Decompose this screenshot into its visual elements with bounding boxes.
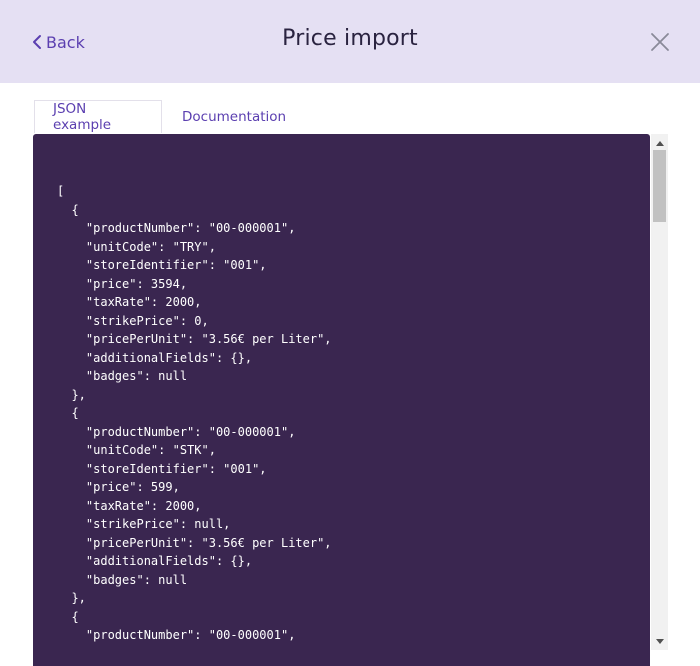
tab-documentation[interactable]: Documentation <box>162 100 303 133</box>
json-code-block: [ { "productNumber": "00-000001", "unitC… <box>57 184 332 642</box>
scroll-down-arrow-icon[interactable] <box>651 634 668 648</box>
price-import-modal: Back Price import JSON example Documenta… <box>0 0 700 666</box>
scrollbar-thumb[interactable] <box>653 150 666 222</box>
scroll-up-arrow-icon[interactable] <box>651 136 668 150</box>
tab-bar: JSON example Documentation <box>34 100 303 134</box>
page-title: Price import <box>282 26 418 51</box>
modal-header: Back Price import <box>0 0 700 83</box>
vertical-scrollbar[interactable] <box>651 134 668 650</box>
json-code-panel: [ { "productNumber": "00-000001", "unitC… <box>33 134 650 666</box>
close-icon[interactable] <box>648 30 672 54</box>
tab-json-example[interactable]: JSON example <box>34 100 162 133</box>
